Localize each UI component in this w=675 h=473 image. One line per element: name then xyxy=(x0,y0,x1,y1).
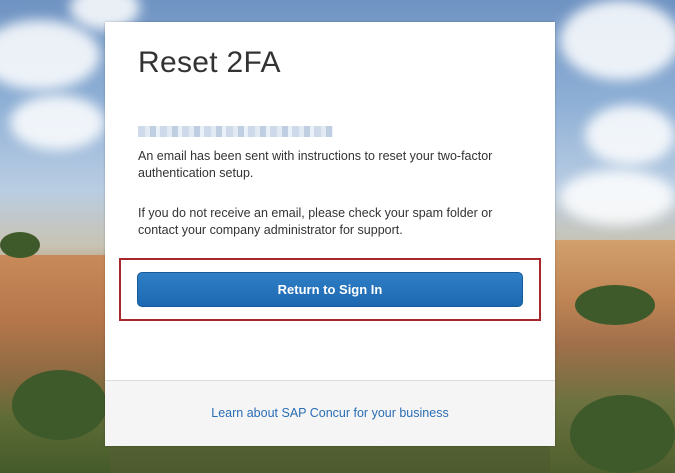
tree xyxy=(570,395,675,473)
page-title: Reset 2FA xyxy=(138,46,281,79)
learn-about-sap-concur-link[interactable]: Learn about SAP Concur for your business xyxy=(105,406,555,420)
spam-help-message: If you do not receive an email, please c… xyxy=(138,206,493,237)
card-footer: Learn about SAP Concur for your business xyxy=(105,380,555,446)
tree xyxy=(575,285,655,325)
email-sent-message: An email has been sent with instructions… xyxy=(138,149,493,180)
tree xyxy=(0,232,40,258)
cloud xyxy=(10,95,105,150)
redacted-email xyxy=(138,126,333,137)
cloud xyxy=(0,20,100,90)
tree xyxy=(12,370,107,440)
city-buildings-left xyxy=(0,255,110,473)
card-body: Reset 2FA An email has been sent with in… xyxy=(105,22,555,380)
return-to-sign-in-button[interactable]: Return to Sign In xyxy=(137,272,523,307)
cloud xyxy=(560,0,675,80)
cloud xyxy=(585,105,675,165)
cloud xyxy=(560,170,675,225)
reset-2fa-card: Reset 2FA An email has been sent with in… xyxy=(105,22,555,446)
